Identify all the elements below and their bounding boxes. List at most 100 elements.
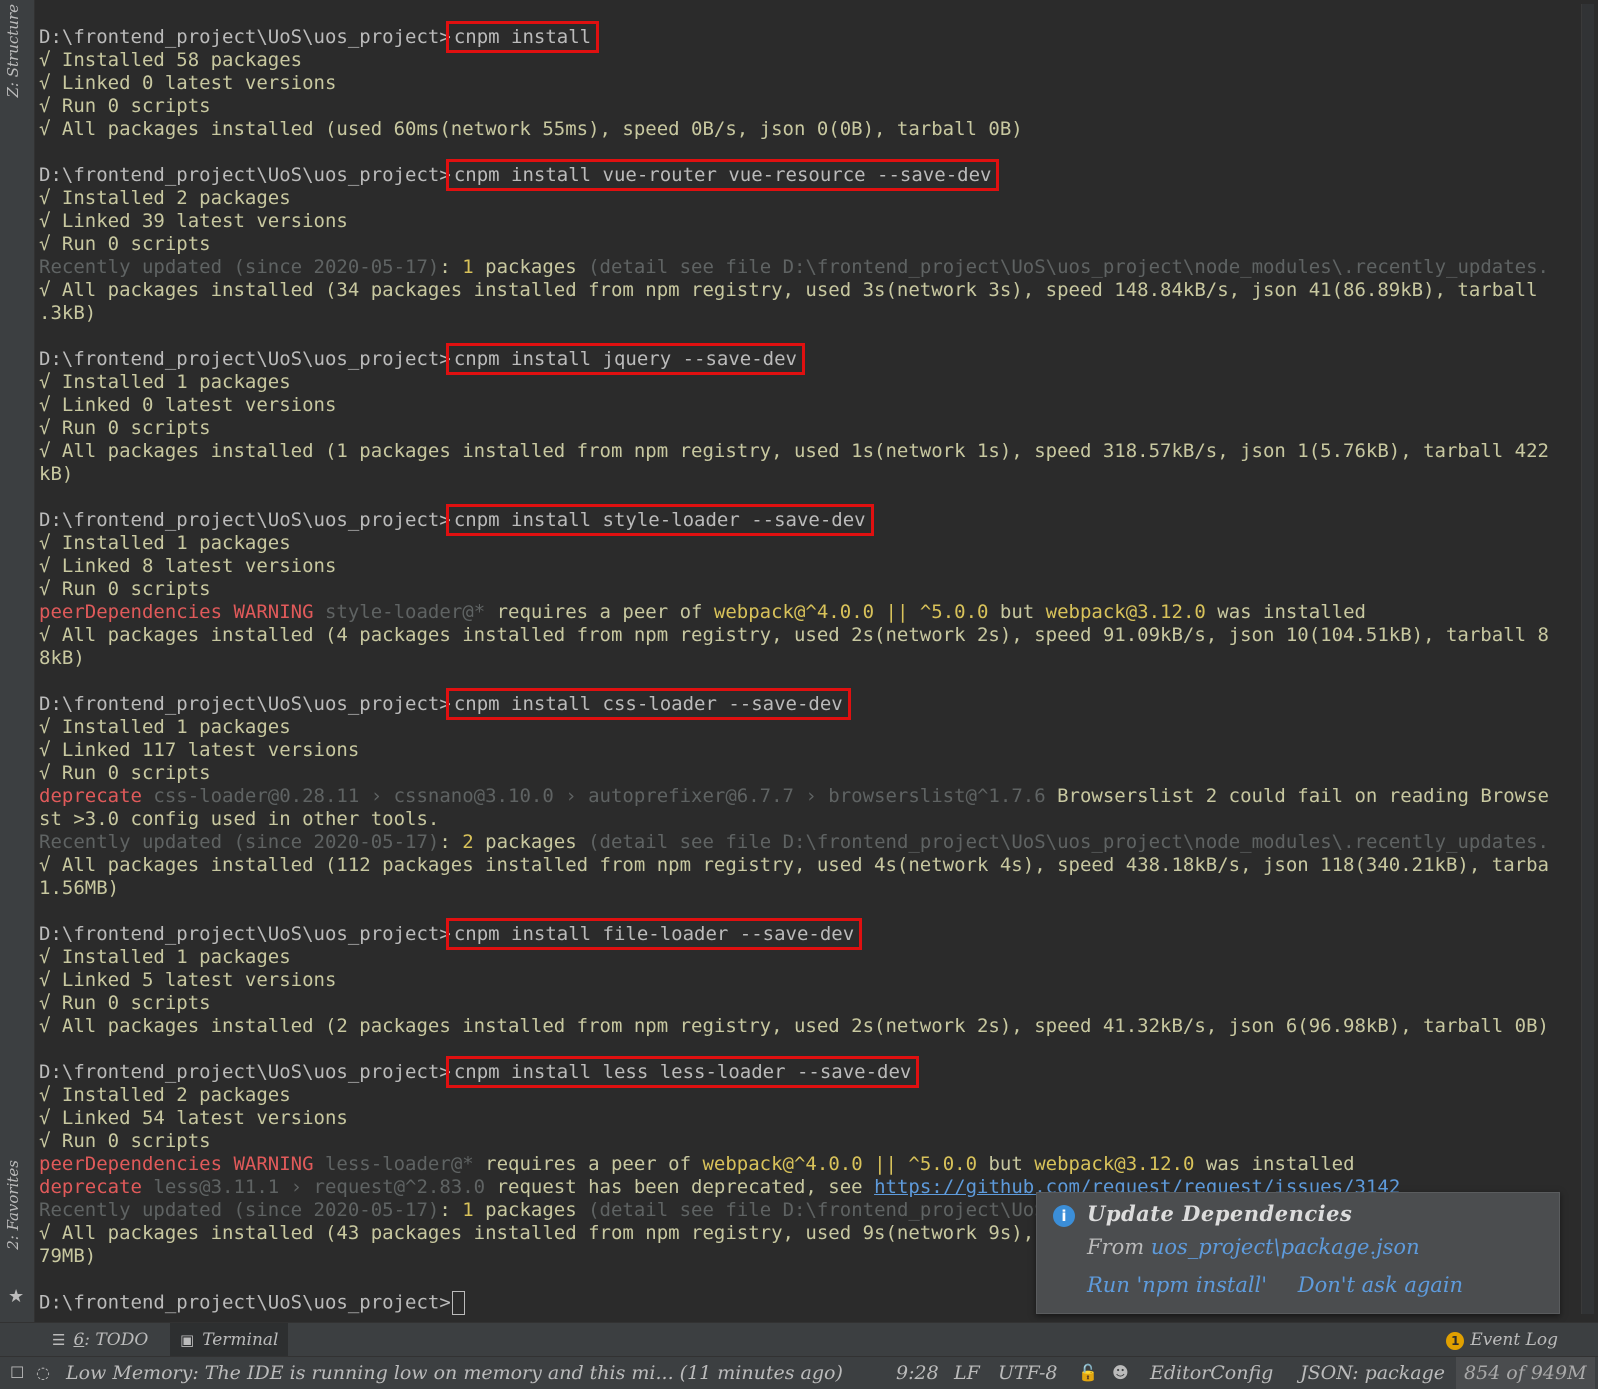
output-text: √ Linked 117 latest versions	[39, 739, 360, 761]
favorites-tab[interactable]: 2: Favorites	[4, 1160, 30, 1280]
output-text: st >3.0 config used in other tools.	[39, 808, 440, 830]
output-text: 1	[462, 256, 474, 278]
package-json-link[interactable]: uos_project\package.json	[1151, 1235, 1420, 1259]
inspector-icon[interactable]: ☻	[1112, 1357, 1129, 1389]
terminal-line: √ Installed 2 packages	[39, 187, 1549, 210]
command-prompt: D:\frontend_project\UoS\uos_project>	[39, 1291, 451, 1314]
terminal-line: √ Installed 58 packages	[39, 49, 1549, 72]
output-text: kB)	[39, 463, 74, 485]
editorconfig-indicator[interactable]: EditorConfig	[1150, 1357, 1273, 1389]
output-text: webpack@^4.0.0 || ^5.0.0	[713, 601, 989, 623]
command-prompt: D:\frontend_project\UoS\uos_project>	[39, 693, 451, 715]
terminal-line: √ Installed 1 packages	[39, 371, 1549, 394]
terminal-line: 1.56MB)	[39, 877, 1549, 900]
status-message[interactable]: Low Memory: The IDE is running low on me…	[66, 1357, 843, 1389]
terminal-line: √ Run 0 scripts	[39, 233, 1549, 256]
terminal-cursor[interactable]	[451, 1291, 465, 1315]
event-log-tab[interactable]: 1 Event Log	[1446, 1323, 1558, 1357]
notification-source-prefix: From	[1087, 1235, 1151, 1259]
output-text: peerDependencies WARNING	[39, 1153, 325, 1175]
output-text: webpack@3.12.0	[1034, 1153, 1195, 1175]
line-separator[interactable]: LF	[954, 1357, 980, 1389]
output-text: √ Linked 8 latest versions	[39, 555, 337, 577]
command-prompt: D:\frontend_project\UoS\uos_project>	[39, 26, 451, 48]
json-schema-indicator[interactable]: JSON: package	[1300, 1357, 1445, 1389]
output-text: 79MB)	[39, 1245, 97, 1267]
terminal-line: D:\frontend_project\UoS\uos_project> cnpm…	[39, 1056, 1549, 1088]
notification-title: Update Dependencies	[1087, 1201, 1353, 1226]
highlighted-command: cnpm install less less-loader --save-dev	[445, 1056, 920, 1088]
lock-icon[interactable]: 🔓	[1078, 1357, 1098, 1389]
output-text: √ All packages installed (2 packages ins…	[39, 1015, 1549, 1037]
terminal-line: √ Installed 1 packages	[39, 946, 1549, 969]
output-text: css-loader@0.28.11 › cssnano@3.10.0 › au…	[153, 785, 1046, 807]
caret-position[interactable]: 9:28	[896, 1357, 939, 1389]
output-text: √ Installed 1 packages	[39, 371, 291, 393]
terminal-line: √ Linked 0 latest versions	[39, 394, 1549, 417]
output-text: √ Run 0 scripts	[39, 578, 211, 600]
terminal-line: √ Run 0 scripts	[39, 1130, 1549, 1153]
todo-tab[interactable]: ☰ 6: TODO	[42, 1323, 158, 1357]
terminal-line: 8kB)	[39, 647, 1549, 670]
memory-indicator[interactable]: 854 of 949M	[1456, 1357, 1595, 1389]
structure-tab-label: Z: Structure	[4, 4, 22, 98]
output-text: style-loader@*	[324, 601, 486, 623]
notification-actions: Run 'npm install' Don't ask again	[1087, 1273, 1487, 1297]
output-text: √ Run 0 scripts	[39, 233, 211, 255]
terminal-line: √ Installed 2 packages	[39, 1084, 1549, 1107]
terminal-line: √ Run 0 scripts	[39, 417, 1549, 440]
file-encoding[interactable]: UTF-8	[998, 1357, 1058, 1389]
output-text: .3kB)	[39, 302, 97, 324]
output-text: √ Installed 2 packages	[39, 187, 291, 209]
terminal-line: D:\frontend_project\UoS\uos_project> cnpm…	[39, 21, 1549, 53]
output-text: √ Installed 2 packages	[39, 1084, 291, 1106]
terminal-line: √ All packages installed (4 packages ins…	[39, 624, 1549, 647]
highlighted-command: cnpm install jquery --save-dev	[445, 343, 805, 375]
structure-tab[interactable]: Z: Structure	[4, 4, 30, 122]
command-prompt: D:\frontend_project\UoS\uos_project>	[39, 923, 451, 945]
highlighted-command: cnpm install css-loader --save-dev	[445, 688, 851, 720]
output-text: peerDependencies WARNING	[39, 601, 325, 623]
dont-ask-again-link[interactable]: Don't ask again	[1298, 1273, 1463, 1297]
run-npm-install-link[interactable]: Run 'npm install'	[1087, 1273, 1267, 1297]
output-text: but	[977, 1153, 1035, 1175]
terminal-output[interactable]: D:\frontend_project\UoS\uos_project> cnpm…	[37, 0, 1549, 1322]
terminal-scrollbar[interactable]	[1581, 4, 1594, 1314]
output-text: requires a peer of	[485, 601, 714, 623]
terminal-scrollbar-area	[1549, 0, 1598, 1322]
highlighted-command: cnpm install	[445, 21, 600, 53]
terminal-line: √ Linked 54 latest versions	[39, 1107, 1549, 1130]
output-text: √ Run 0 scripts	[39, 762, 211, 784]
terminal-line: D:\frontend_project\UoS\uos_project> cnpm…	[39, 504, 1549, 536]
terminal-line: D:\frontend_project\UoS\uos_project> cnpm…	[39, 688, 1549, 720]
highlighted-command: cnpm install style-loader --save-dev	[445, 504, 874, 536]
terminal-line: D:\frontend_project\UoS\uos_project> cnpm…	[39, 343, 1549, 375]
panel-toggle-icon[interactable]: ☐	[10, 1357, 24, 1389]
output-text: deprecate	[39, 1176, 154, 1198]
todo-number: 6	[73, 1330, 85, 1350]
left-tool-sidebar: Z: Structure 2: Favorites ★	[0, 0, 35, 1322]
terminal-line: √ Run 0 scripts	[39, 992, 1549, 1015]
output-text: √ All packages installed (34 packages in…	[39, 279, 1549, 301]
command-prompt: D:\frontend_project\UoS\uos_project>	[39, 1061, 451, 1083]
output-text: √ Linked 5 latest versions	[39, 969, 337, 991]
terminal-line: √ Installed 1 packages	[39, 532, 1549, 555]
favorites-tab-label: 2: Favorites	[4, 1160, 22, 1250]
output-text: was installed	[1205, 601, 1366, 623]
output-text: packages	[473, 1199, 589, 1221]
terminal-line: peerDependencies WARNING less-loader@* r…	[39, 1153, 1549, 1176]
terminal-icon: ▣	[180, 1331, 195, 1349]
star-icon: ★	[8, 1286, 25, 1307]
output-text: :	[439, 1199, 463, 1221]
terminal-lines: D:\frontend_project\UoS\uos_project> cnpm…	[39, 21, 1549, 1315]
output-text: √ Installed 1 packages	[39, 946, 291, 968]
output-text: Browserslist 2 could fail on reading Bro…	[1045, 785, 1549, 807]
output-text: √ Installed 1 packages	[39, 532, 291, 554]
output-text: packages	[473, 831, 589, 853]
output-text: √ Run 0 scripts	[39, 417, 211, 439]
terminal-tab[interactable]: ▣ Terminal	[170, 1323, 289, 1357]
